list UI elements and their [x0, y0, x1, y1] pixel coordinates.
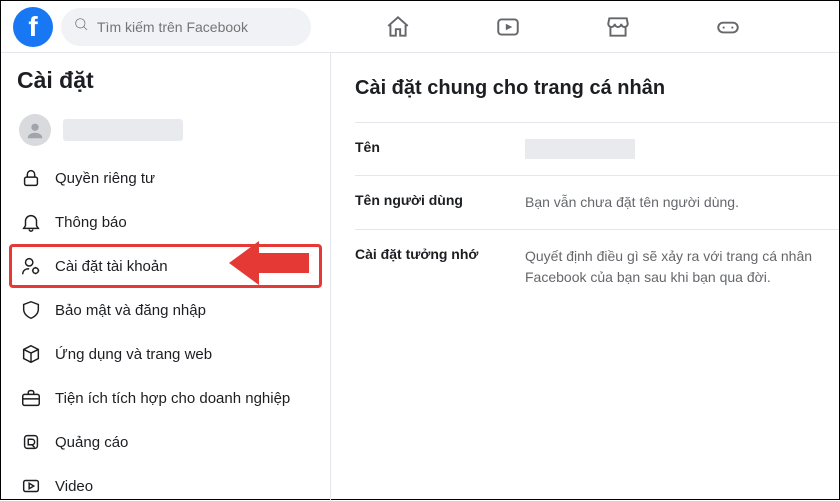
video-icon — [19, 474, 43, 498]
row-label: Tên — [355, 139, 525, 159]
content-title: Cài đặt chung cho trang cá nhân — [355, 77, 839, 122]
user-gear-icon — [19, 254, 43, 278]
sidebar-item-ads[interactable]: Quảng cáo — [9, 420, 322, 464]
sidebar-item-account[interactable]: Cài đặt tài khoản — [9, 244, 322, 288]
sidebar-item-label: Ứng dụng và trang web — [55, 346, 212, 363]
megaphone-icon — [19, 430, 43, 454]
search-icon — [73, 16, 89, 37]
row-value — [525, 139, 839, 159]
bell-icon — [19, 210, 43, 234]
settings-row-username[interactable]: Tên người dùng Bạn vẫn chưa đặt tên ngườ… — [355, 175, 839, 229]
sidebar-item-privacy[interactable]: Quyền riêng tư — [9, 156, 322, 200]
settings-row-memorial[interactable]: Cài đặt tưởng nhớ Quyết định điều gì sẽ … — [355, 229, 839, 304]
content-panel: Cài đặt chung cho trang cá nhân Tên Tên … — [331, 53, 839, 501]
row-label: Cài đặt tưởng nhớ — [355, 246, 525, 288]
lock-icon — [19, 166, 43, 190]
main-layout: Cài đặt Quyền riêng tư Thông báo Cài đặt… — [1, 53, 839, 501]
row-value: Bạn vẫn chưa đặt tên người dùng. — [525, 192, 839, 213]
search-input[interactable] — [97, 19, 299, 35]
sidebar-item-label: Quảng cáo — [55, 434, 128, 451]
sidebar-item-label: Cài đặt tài khoản — [55, 258, 168, 275]
profile-name-placeholder — [63, 119, 183, 141]
briefcase-icon — [19, 386, 43, 410]
sidebar-item-label: Video — [55, 478, 93, 495]
nav-center — [319, 3, 827, 51]
sidebar-item-business[interactable]: Tiện ích tích hợp cho doanh nghiệp — [9, 376, 322, 420]
shield-icon — [19, 298, 43, 322]
sidebar-item-security[interactable]: Bảo mật và đăng nhập — [9, 288, 322, 332]
nav-home[interactable] — [373, 3, 423, 51]
sidebar-item-profile[interactable] — [9, 104, 322, 156]
avatar-icon — [19, 114, 51, 146]
value-placeholder — [525, 139, 635, 159]
sidebar-item-notifications[interactable]: Thông báo — [9, 200, 322, 244]
search-container[interactable] — [61, 8, 311, 46]
facebook-logo[interactable]: f — [13, 7, 53, 47]
sidebar-item-video[interactable]: Video — [9, 464, 322, 501]
nav-gaming[interactable] — [703, 3, 753, 51]
nav-marketplace[interactable] — [593, 3, 643, 51]
settings-row-name[interactable]: Tên — [355, 122, 839, 175]
sidebar-item-apps[interactable]: Ứng dụng và trang web — [9, 332, 322, 376]
sidebar-item-label: Tiện ích tích hợp cho doanh nghiệp — [55, 390, 290, 407]
top-bar: f — [1, 1, 839, 53]
sidebar-item-label: Thông báo — [55, 214, 127, 231]
box-icon — [19, 342, 43, 366]
settings-sidebar: Cài đặt Quyền riêng tư Thông báo Cài đặt… — [1, 53, 331, 501]
sidebar-title: Cài đặt — [9, 67, 322, 104]
sidebar-item-label: Bảo mật và đăng nhập — [55, 302, 206, 319]
row-label: Tên người dùng — [355, 192, 525, 213]
sidebar-item-label: Quyền riêng tư — [55, 170, 155, 187]
row-value: Quyết định điều gì sẽ xảy ra với trang c… — [525, 246, 839, 288]
nav-watch[interactable] — [483, 3, 533, 51]
